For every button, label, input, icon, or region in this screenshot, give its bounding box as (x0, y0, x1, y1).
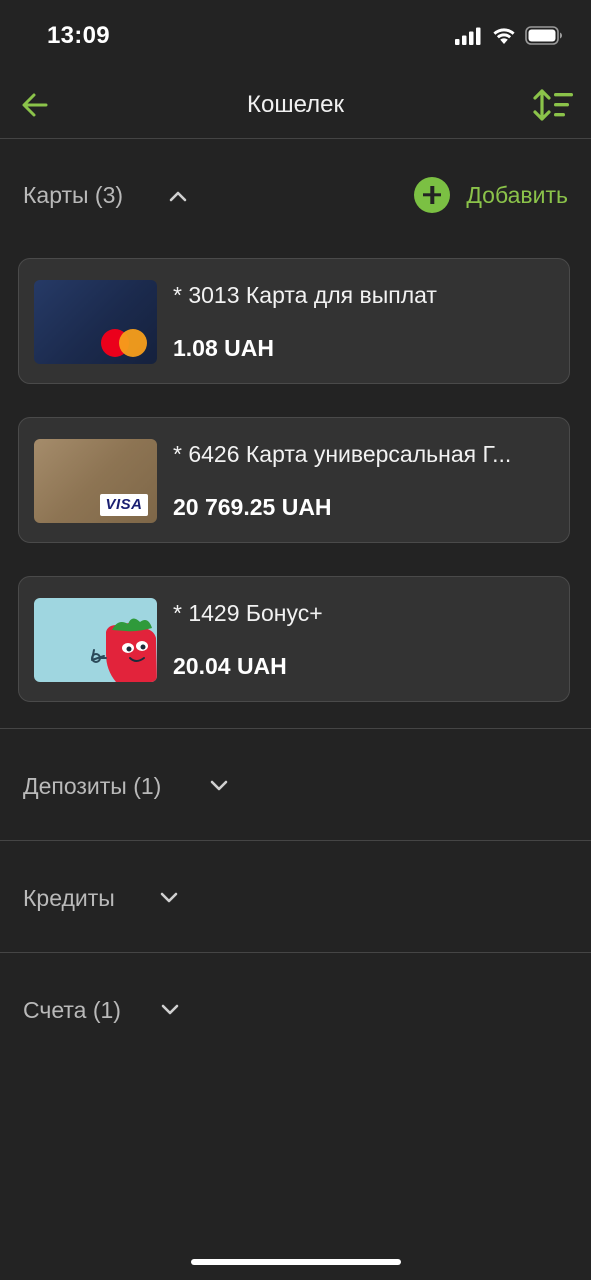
chevron-down-icon[interactable] (160, 1002, 180, 1016)
section-accounts-label: Счета (1) (23, 997, 121, 1023)
status-icons (455, 26, 563, 45)
plus-circle-icon (414, 177, 451, 213)
sort-icon[interactable] (533, 88, 575, 122)
card-item[interactable]: * 1429 Бонус+ 20.04 UAH (18, 576, 570, 702)
card-balance: 1.08 UAH (173, 335, 274, 361)
section-credits-header[interactable]: Кредиты (0, 868, 591, 928)
add-card-button[interactable]: Добавить (414, 165, 568, 225)
section-cards-label: Карты (3) (23, 182, 124, 208)
mastercard-logo-orange (119, 329, 147, 357)
chevron-down-icon[interactable] (209, 778, 229, 792)
card-image (34, 598, 157, 682)
signal-icon (455, 27, 481, 45)
card-balance: 20 769.25 UAH (173, 494, 332, 520)
divider (0, 952, 591, 953)
section-deposits-label: Депозиты (1) (23, 773, 162, 799)
card-balance: 20.04 UAH (173, 653, 287, 679)
card-item[interactable]: VISA * 6426 Карта универсальная Г... 20 … (18, 417, 570, 543)
strawberry-mascot-icon (91, 618, 157, 682)
navigation-bar: Кошелек (0, 70, 591, 139)
divider (0, 728, 591, 729)
divider (0, 840, 591, 841)
card-image: VISA (34, 439, 157, 523)
section-credits-label: Кредиты (23, 885, 115, 911)
card-item[interactable]: * 3013 Карта для выплат 1.08 UAH (18, 258, 570, 384)
section-accounts-header[interactable]: Счета (1) (0, 980, 591, 1040)
visa-logo: VISA (100, 494, 148, 516)
wifi-icon (493, 28, 515, 44)
chevron-down-icon[interactable] (159, 890, 179, 904)
battery-icon (525, 26, 562, 45)
card-name: * 3013 Карта для выплат (173, 282, 437, 308)
card-name: * 6426 Карта универсальная Г... (173, 441, 512, 467)
chevron-up-icon[interactable] (168, 189, 188, 203)
status-time: 13:09 (47, 22, 110, 49)
section-deposits-header[interactable]: Депозиты (1) (0, 756, 591, 816)
status-bar: 13:09 (0, 0, 591, 70)
page-title: Кошелек (247, 91, 344, 118)
section-cards-header[interactable]: Карты (3) Добавить (0, 165, 591, 225)
card-name: * 1429 Бонус+ (173, 600, 323, 626)
home-indicator (191, 1259, 401, 1265)
card-image (34, 280, 157, 364)
add-card-label: Добавить (466, 181, 568, 208)
